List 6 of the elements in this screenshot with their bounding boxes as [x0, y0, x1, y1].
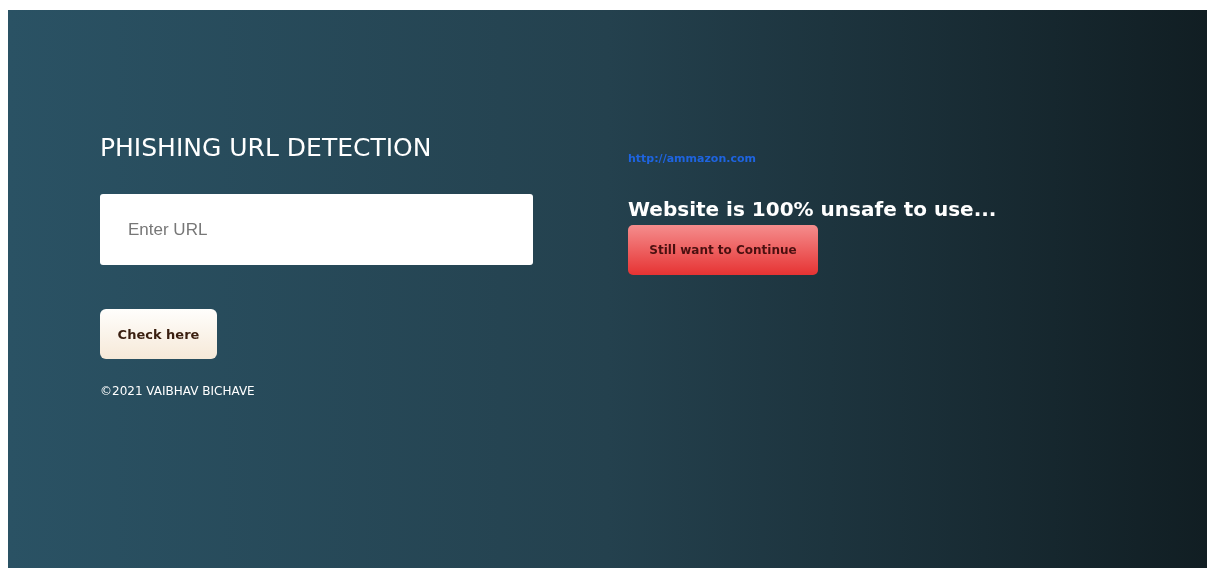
page-title: PHISHING URL DETECTION [100, 132, 432, 164]
url-input-field[interactable]: Enter URL [100, 194, 533, 265]
check-button[interactable]: Check here [100, 309, 217, 359]
result-message: Website is 100% unsafe to use... [628, 197, 997, 221]
continue-button[interactable]: Still want to Continue [628, 225, 818, 275]
copyright-text: ©2021 VAIBHAV BICHAVE [100, 384, 255, 398]
